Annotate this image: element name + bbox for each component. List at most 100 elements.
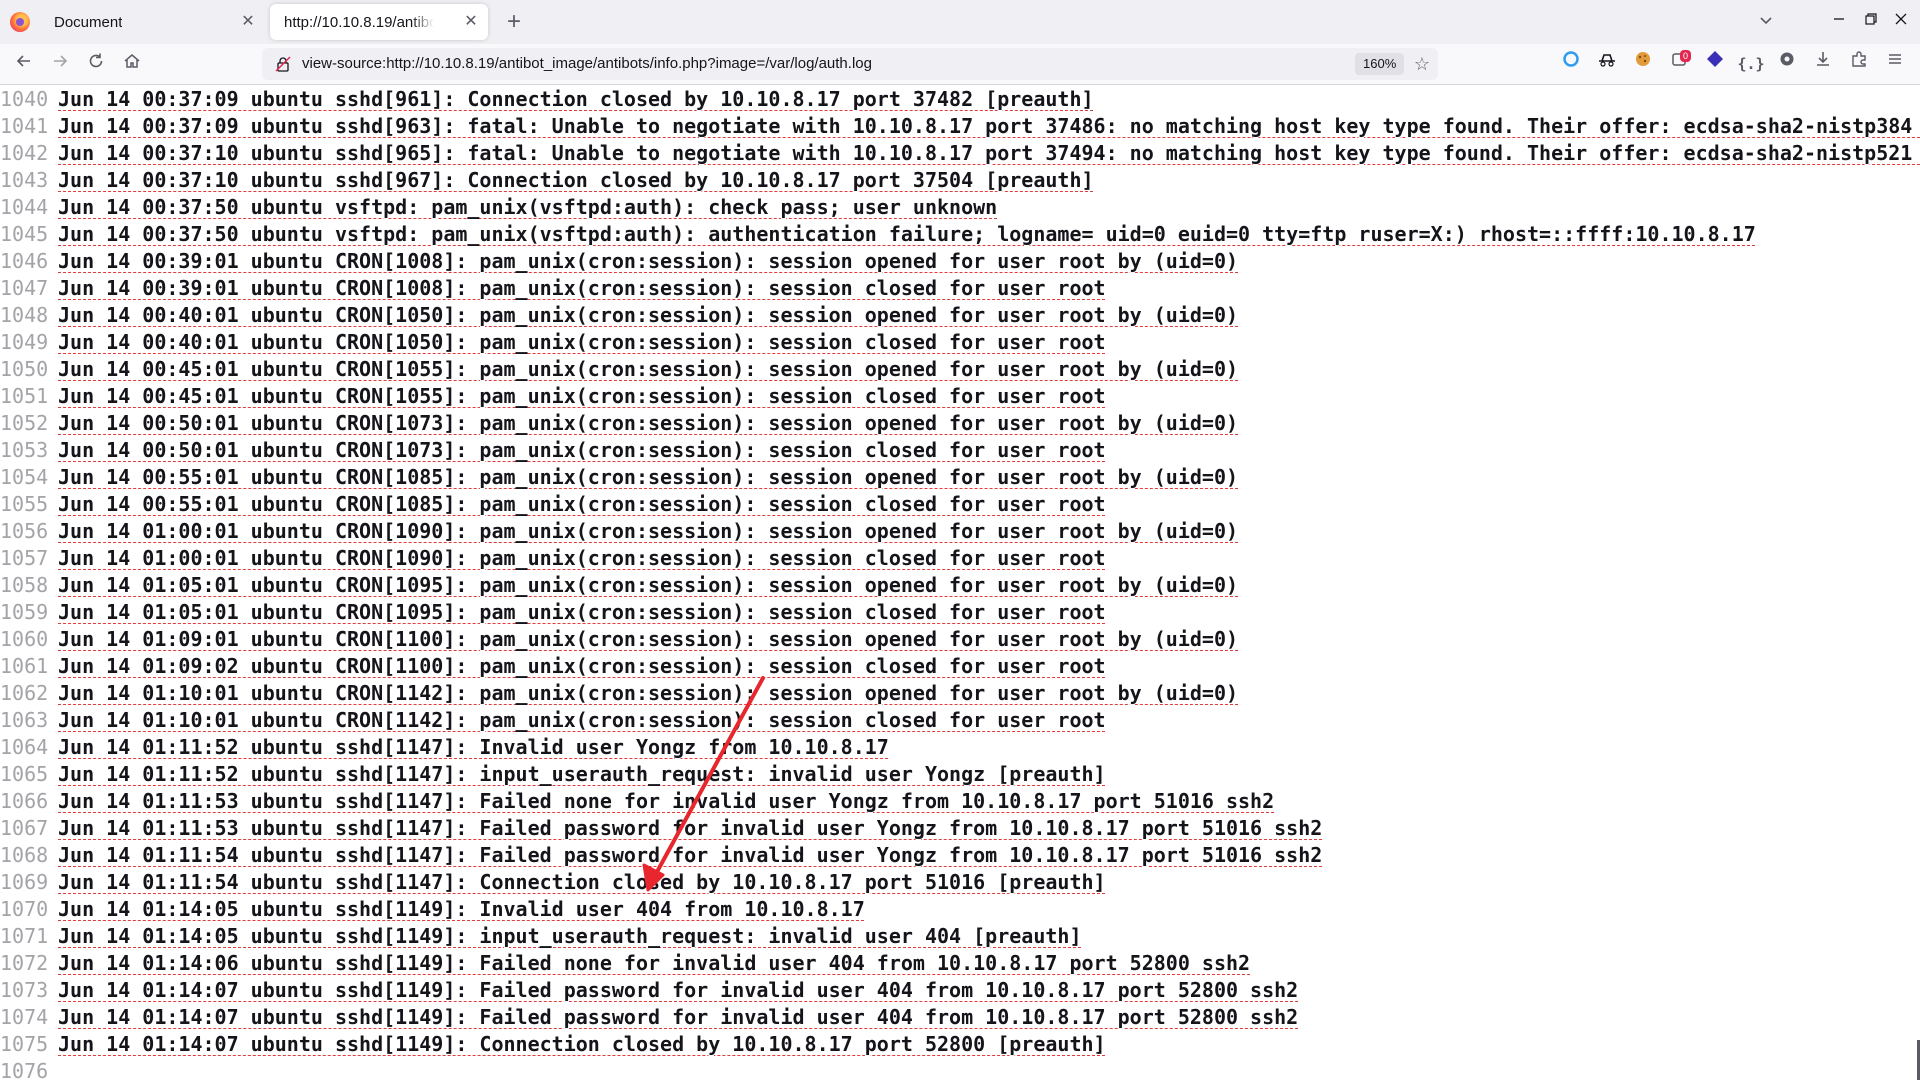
line-number: 1041 [0,114,49,138]
home-icon[interactable] [118,50,146,78]
restore-icon[interactable] [1854,8,1888,36]
back-arrow-icon[interactable] [10,50,38,78]
line-number: 1053 [0,438,49,462]
close-icon[interactable]: ✕ [239,13,257,31]
log-entry-text: Jun 14 00:37:10 ubuntu sshd[965]: fatal:… [58,141,1920,165]
line-number: 1044 [0,195,49,219]
source-line: 1076 [0,1058,58,1080]
tab-document[interactable]: Document ✕ [40,4,265,40]
source-line: 1055 Jun 14 00:55:01 ubuntu CRON[1085]: p… [0,491,1106,518]
source-line: 1051 Jun 14 00:45:01 ubuntu CRON[1055]: p… [0,383,1106,410]
log-entry-text: Jun 14 01:10:01 ubuntu CRON[1142]: pam_u… [58,681,1239,705]
extension-circle-icon[interactable] [1557,50,1585,78]
lock-icon[interactable] [274,55,292,73]
line-number: 1073 [0,978,49,1002]
log-entry-text: Jun 14 00:55:01 ubuntu CRON[1085]: pam_u… [58,492,1106,516]
line-number: 1061 [0,654,49,678]
line-number: 1054 [0,465,49,489]
source-line: 1057 Jun 14 01:00:01 ubuntu CRON[1090]: p… [0,545,1106,572]
line-number: 1059 [0,600,49,624]
source-line: 1064 Jun 14 01:11:52 ubuntu sshd[1147]: I… [0,734,889,761]
source-line: 1049 Jun 14 00:40:01 ubuntu CRON[1050]: p… [0,329,1106,356]
log-entry-text: Jun 14 00:45:01 ubuntu CRON[1055]: pam_u… [58,357,1239,381]
firefox-logo-icon[interactable] [10,12,30,32]
line-number: 1055 [0,492,49,516]
source-line: 1047 Jun 14 00:39:01 ubuntu CRON[1008]: p… [0,275,1106,302]
zoom-level-button[interactable]: 160% [1355,53,1405,75]
line-number: 1057 [0,546,49,570]
chevron-down-icon[interactable] [1752,8,1780,36]
log-entry-text: Jun 14 01:05:01 ubuntu CRON[1095]: pam_u… [58,600,1106,624]
gear-extension-icon[interactable] [1773,50,1801,78]
line-number: 1052 [0,411,49,435]
close-icon[interactable]: ✕ [462,13,480,31]
log-entry-text: Jun 14 00:45:01 ubuntu CRON[1055]: pam_u… [58,384,1106,408]
line-number: 1064 [0,735,49,759]
json-braces-extension-icon[interactable]: {.} [1737,50,1765,78]
source-line: 1063 Jun 14 01:10:01 ubuntu CRON[1142]: p… [0,707,1106,734]
source-line: 1074 Jun 14 01:14:07 ubuntu sshd[1149]: F… [0,1004,1298,1031]
log-entry-text: Jun 14 00:37:50 ubuntu vsftpd: pam_unix(… [58,195,998,219]
source-line: 1058 Jun 14 01:05:01 ubuntu CRON[1095]: p… [0,572,1238,599]
line-number: 1065 [0,762,49,786]
source-line: 1066 Jun 14 01:11:53 ubuntu sshd[1147]: F… [0,788,1274,815]
log-entry-text: Jun 14 01:14:05 ubuntu sshd[1149]: input… [58,924,1082,948]
line-number: 1070 [0,897,49,921]
log-entry-text: Jun 14 00:40:01 ubuntu CRON[1050]: pam_u… [58,330,1106,354]
log-entry-text: Jun 14 01:14:07 ubuntu sshd[1149]: Faile… [58,1005,1299,1029]
forward-arrow-icon[interactable] [46,50,74,78]
minimize-icon[interactable] [1822,8,1856,36]
line-number: 1048 [0,303,49,327]
log-entry-text: Jun 14 00:37:50 ubuntu vsftpd: pam_unix(… [58,222,1756,246]
reload-icon[interactable] [82,50,110,78]
url-bar[interactable]: view-source:http://10.10.8.19/antibot_im… [262,48,1438,80]
window-close-icon[interactable] [1884,8,1918,36]
spy-hat-extension-icon[interactable] [1593,50,1621,78]
log-entry-text: Jun 14 01:14:07 ubuntu sshd[1149]: Faile… [58,978,1299,1002]
source-line: 1069 Jun 14 01:11:54 ubuntu sshd[1147]: C… [0,869,1106,896]
source-line: 1043 Jun 14 00:37:10 ubuntu sshd[967]: Co… [0,167,1094,194]
line-number: 1049 [0,330,49,354]
log-entry-text: Jun 14 01:14:06 ubuntu sshd[1149]: Faile… [58,951,1251,975]
puzzle-icon[interactable] [1845,50,1873,78]
line-number: 1071 [0,924,49,948]
tab-strip: Document ✕ http://10.10.8.19/antibot_ima… [0,0,1920,45]
log-entry-text: Jun 14 01:11:54 ubuntu sshd[1147]: Conne… [58,870,1106,894]
log-entry-text: Jun 14 01:14:07 ubuntu sshd[1149]: Conne… [58,1032,1106,1056]
source-line: 1045 Jun 14 00:37:50 ubuntu vsftpd: pam_u… [0,221,1756,248]
menu-icon[interactable] [1881,50,1909,78]
tab-title: Document [54,13,123,31]
new-tab-plus-icon[interactable]: + [500,8,528,36]
source-line: 1056 Jun 14 01:00:01 ubuntu CRON[1090]: p… [0,518,1238,545]
tab-auth-log[interactable]: http://10.10.8.19/antibot_image/antibots… [270,4,488,40]
log-entry-text: Jun 14 00:37:09 ubuntu sshd[961]: Connec… [58,87,1094,111]
line-number: 1063 [0,708,49,732]
source-line: 1062 Jun 14 01:10:01 ubuntu CRON[1142]: p… [0,680,1238,707]
source-line: 1073 Jun 14 01:14:07 ubuntu sshd[1149]: F… [0,977,1298,1004]
line-number: 1076 [0,1059,49,1080]
source-line: 1067 Jun 14 01:11:53 ubuntu sshd[1147]: F… [0,815,1322,842]
line-number: 1069 [0,870,49,894]
tab-title: http://10.10.8.19/antibot_image/antibots… [284,13,434,31]
line-number: 1056 [0,519,49,543]
log-entry-text: Jun 14 00:50:01 ubuntu CRON[1073]: pam_u… [58,438,1106,462]
view-source-content: 1040 Jun 14 00:37:09 ubuntu sshd[961]: Co… [0,85,1920,1080]
log-entry-text: Jun 14 01:10:01 ubuntu CRON[1142]: pam_u… [58,708,1106,732]
source-line: 1061 Jun 14 01:09:02 ubuntu CRON[1100]: p… [0,653,1106,680]
source-line: 1050 Jun 14 00:45:01 ubuntu CRON[1055]: p… [0,356,1238,383]
diamond-extension-icon[interactable] [1701,50,1729,78]
cookie-extension-icon[interactable] [1629,50,1657,78]
source-line: 1044 Jun 14 00:37:50 ubuntu vsftpd: pam_u… [0,194,997,221]
line-number: 1042 [0,141,49,165]
line-number: 1045 [0,222,49,246]
wappalyzer-extension-icon[interactable]: 0 [1665,50,1693,78]
line-number: 1062 [0,681,49,705]
download-icon[interactable] [1809,50,1837,78]
url-text[interactable]: view-source:http://10.10.8.19/antibot_im… [302,55,872,72]
log-entry-text: Jun 14 00:37:10 ubuntu sshd[967]: Connec… [58,168,1094,192]
line-number: 1075 [0,1032,49,1056]
star-icon[interactable]: ☆ [1410,52,1434,76]
source-line: 1075 Jun 14 01:14:07 ubuntu sshd[1149]: C… [0,1031,1106,1058]
source-line: 1070 Jun 14 01:14:05 ubuntu sshd[1149]: I… [0,896,865,923]
log-entry-text: Jun 14 01:00:01 ubuntu CRON[1090]: pam_u… [58,519,1239,543]
